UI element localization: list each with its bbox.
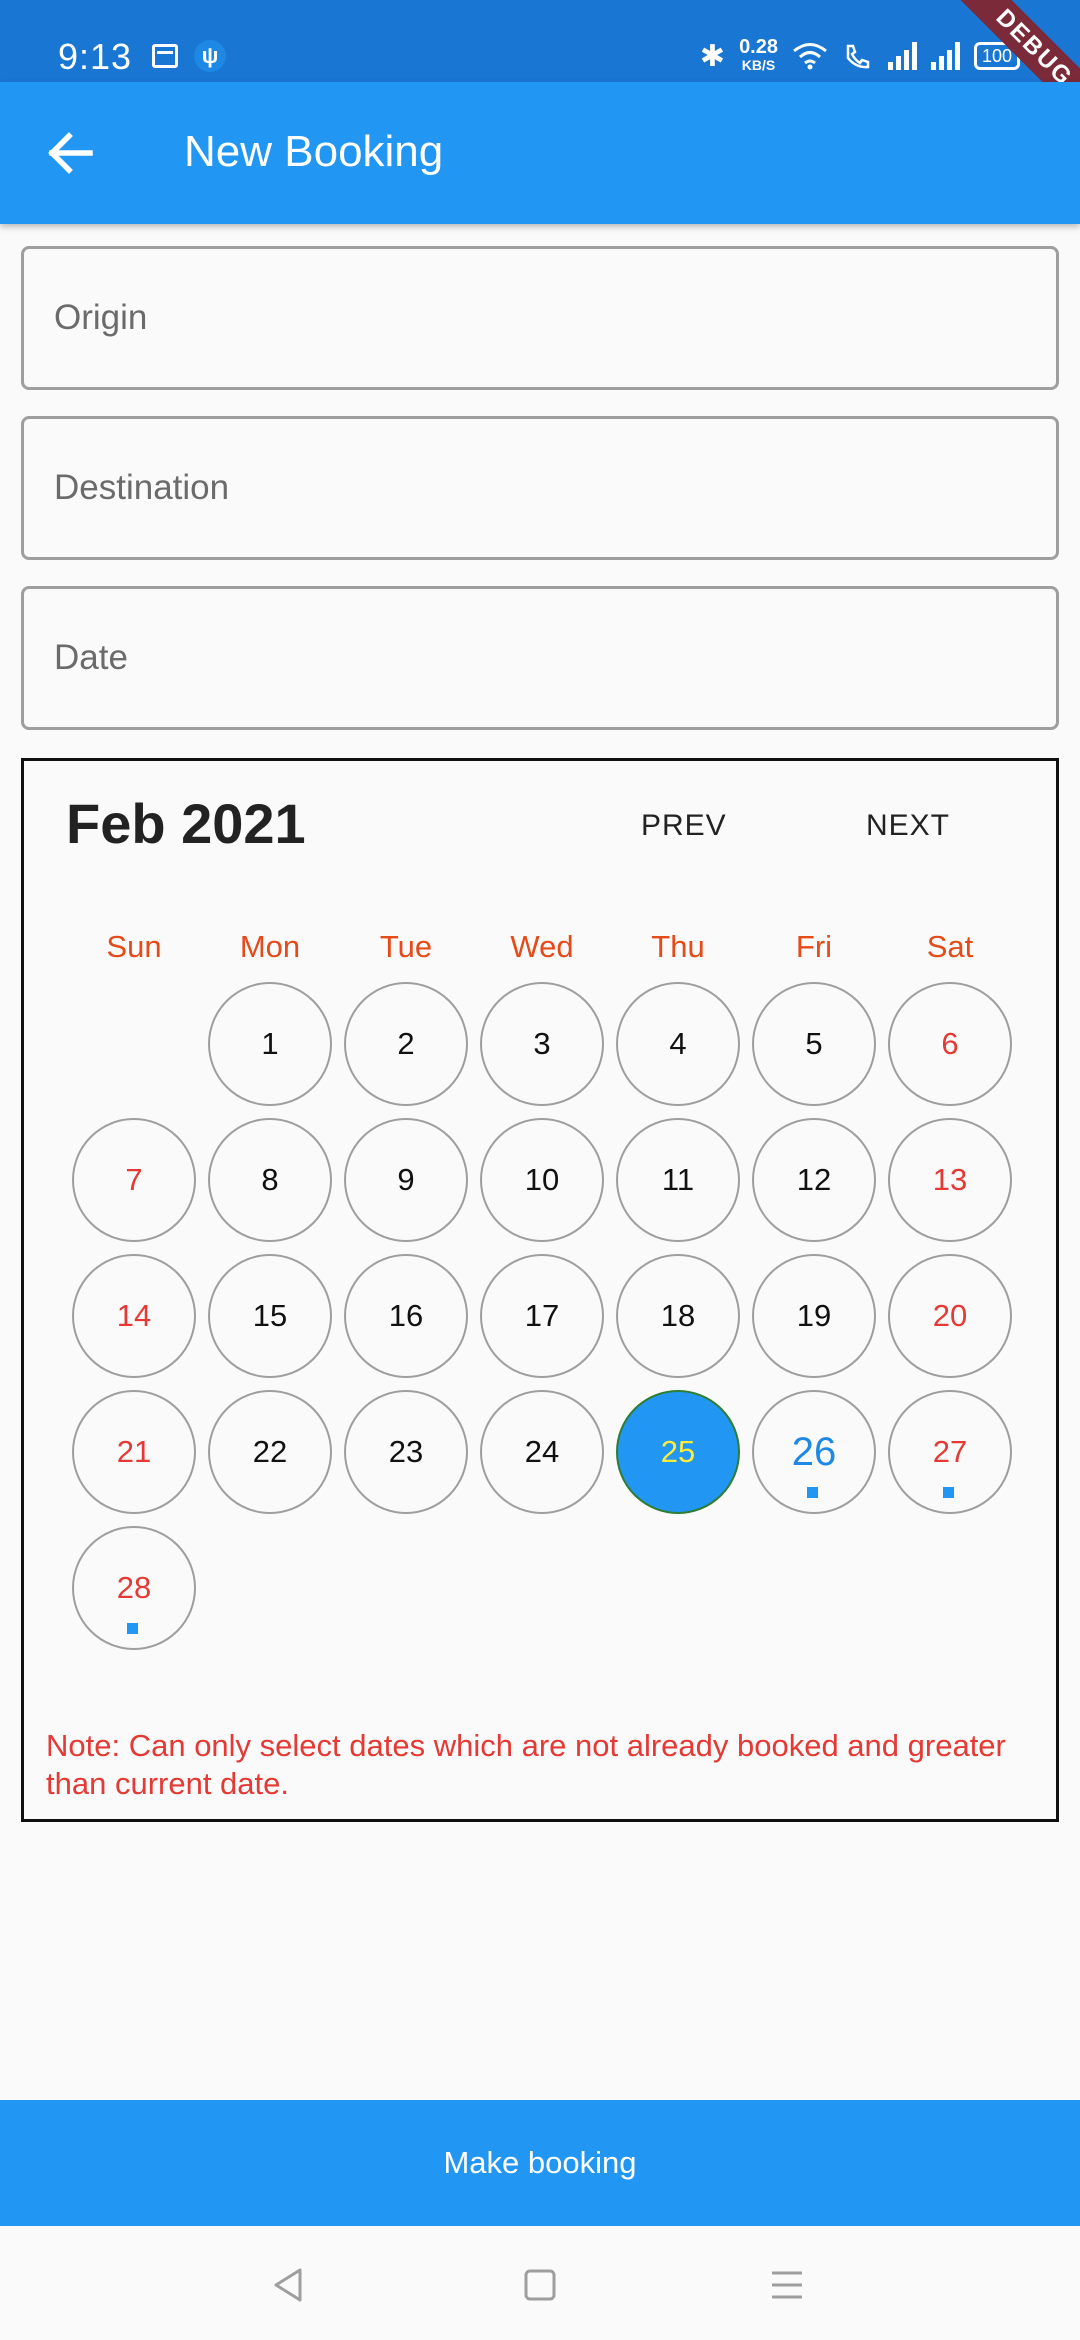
calendar-day-15[interactable]: 15: [208, 1254, 332, 1378]
calendar-day-17[interactable]: 17: [480, 1254, 604, 1378]
arrow-back-icon[interactable]: [36, 118, 106, 188]
calendar-day-label: 12: [796, 1162, 832, 1197]
calendar-day-2[interactable]: 2: [344, 982, 468, 1106]
calendar-day-label: 6: [941, 1026, 959, 1061]
weekday-label-sun: Sun: [106, 929, 162, 964]
calendar-day-label: 1: [261, 1026, 279, 1061]
calendar-day-11[interactable]: 11: [616, 1118, 740, 1242]
calendar-day-23[interactable]: 23: [344, 1390, 468, 1514]
calendar-day-label: 18: [660, 1298, 696, 1333]
calendar-day-label: 9: [397, 1162, 415, 1197]
calendar-day-label: 10: [524, 1162, 560, 1197]
weekday-label-wed: Wed: [510, 929, 574, 964]
destination-field[interactable]: [21, 416, 1059, 560]
booked-marker-icon: [127, 1623, 138, 1634]
calendar-day-5[interactable]: 5: [752, 982, 876, 1106]
booked-marker-icon: [943, 1487, 954, 1498]
calendar-day-28[interactable]: 28: [72, 1526, 196, 1650]
calendar-day-20[interactable]: 20: [888, 1254, 1012, 1378]
calendar-day-label: 21: [116, 1434, 152, 1469]
volte-call-icon: [846, 44, 870, 69]
calendar-day-27[interactable]: 27: [888, 1390, 1012, 1514]
calendar-day-label: 25: [660, 1434, 696, 1469]
calendar-day-16[interactable]: 16: [344, 1254, 468, 1378]
status-indicators: ✱ 0.28 KB/S 100: [699, 36, 1020, 74]
calendar-day-21[interactable]: 21: [72, 1390, 196, 1514]
weekday-label-sat: Sat: [926, 929, 974, 964]
calendar-day-label: 15: [252, 1298, 288, 1333]
date-input[interactable]: [24, 589, 1056, 727]
bluetooth-icon: ✱: [699, 39, 726, 73]
calendar-day-label: 19: [796, 1298, 832, 1333]
calendar-day-8[interactable]: 8: [208, 1118, 332, 1242]
calendar: Feb 2021 PREV NEXT Sun Mon Tue Wed Thu Fri Sat…: [21, 758, 1059, 1822]
calendar-day-label: 26: [791, 1430, 837, 1474]
calendar-day-label: 4: [669, 1026, 687, 1061]
usb-icon: ψ: [194, 40, 226, 72]
calendar-note: Note: Can only select dates which are no…: [46, 1728, 1006, 1801]
calendar-day-13[interactable]: 13: [888, 1118, 1012, 1242]
calendar-day-label: 8: [261, 1162, 279, 1197]
booked-marker-icon: [807, 1487, 818, 1498]
calendar-day-6[interactable]: 6: [888, 982, 1012, 1106]
weekday-label-tue: Tue: [379, 929, 433, 964]
page-title: New Booking: [184, 127, 444, 176]
origin-input[interactable]: [24, 249, 1056, 387]
calendar-day-9[interactable]: 9: [344, 1118, 468, 1242]
weekday-label-thu: Thu: [651, 929, 705, 964]
calendar-month-label: Feb 2021: [66, 792, 306, 855]
signal-sim2-icon: [931, 42, 960, 70]
network-speed-unit: KB/S: [741, 57, 776, 73]
calendar-day-22[interactable]: 22: [208, 1390, 332, 1514]
triangle-back-icon[interactable]: [266, 2262, 312, 2308]
calendar-day-label: 3: [533, 1026, 551, 1061]
square-home-icon[interactable]: [517, 2262, 563, 2308]
calendar-day-3[interactable]: 3: [480, 982, 604, 1106]
status-time: 9:13: [58, 36, 133, 77]
calendar-day-label: 23: [388, 1434, 424, 1469]
menu-lines-icon[interactable]: [764, 2262, 810, 2308]
calendar-day-12[interactable]: 12: [752, 1118, 876, 1242]
calendar-day-label: 16: [388, 1298, 424, 1333]
calendar-prev-button[interactable]: PREV: [641, 809, 727, 843]
calendar-day-label: 27: [932, 1434, 968, 1469]
calendar-day-14[interactable]: 14: [72, 1254, 196, 1378]
weekday-label-mon: Mon: [239, 929, 301, 964]
calendar-day-label: 22: [252, 1434, 288, 1469]
calendar-day-label: 20: [932, 1298, 968, 1333]
status-bar: 9:13 ψ ✱ 0.28 KB/S 100 DEBUG: [0, 0, 1080, 132]
calendar-day-18[interactable]: 18: [616, 1254, 740, 1378]
date-field[interactable]: [21, 586, 1059, 730]
calendar-day-label: 5: [805, 1026, 823, 1061]
calendar-next-button[interactable]: NEXT: [866, 809, 950, 843]
calendar-day-1[interactable]: 1: [208, 982, 332, 1106]
app-bar: New Booking: [0, 82, 1080, 224]
system-nav-bar: [0, 2226, 1080, 2340]
signal-sim1-icon: [888, 42, 917, 70]
calendar-notification-icon: [152, 44, 178, 68]
calendar-day-26[interactable]: 26: [752, 1390, 876, 1514]
make-booking-button[interactable]: Make booking: [0, 2100, 1080, 2226]
calendar-day-24[interactable]: 24: [480, 1390, 604, 1514]
calendar-day-label: 24: [524, 1434, 560, 1469]
calendar-day-label: 28: [116, 1570, 152, 1605]
calendar-day-label: 11: [661, 1162, 695, 1197]
calendar-day-label: 7: [125, 1162, 143, 1197]
wifi-icon: [793, 43, 827, 70]
calendar-day-label: 14: [116, 1298, 152, 1333]
weekday-label-fri: Fri: [795, 929, 833, 964]
calendar-day-label: 17: [524, 1298, 560, 1333]
calendar-day-19[interactable]: 19: [752, 1254, 876, 1378]
origin-field[interactable]: [21, 246, 1059, 390]
calendar-day-10[interactable]: 10: [480, 1118, 604, 1242]
destination-input[interactable]: [24, 419, 1056, 557]
calendar-day-4[interactable]: 4: [616, 982, 740, 1106]
network-speed: 0.28 KB/S: [739, 36, 778, 74]
calendar-day-7[interactable]: 7: [72, 1118, 196, 1242]
calendar-day-label: 2: [397, 1026, 415, 1061]
calendar-day-25[interactable]: 25: [616, 1390, 740, 1514]
calendar-day-label: 13: [932, 1162, 968, 1197]
network-speed-value: 0.28: [739, 36, 778, 58]
